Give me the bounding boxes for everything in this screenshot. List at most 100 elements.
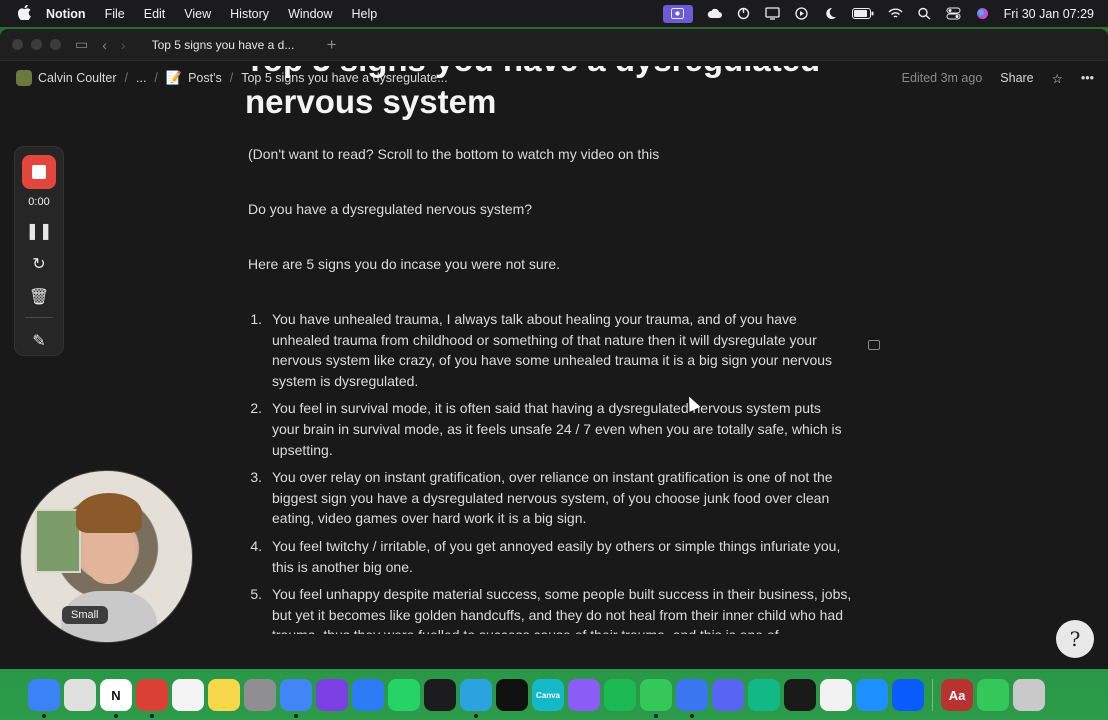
list-item[interactable]: 2. You feel in survival mode, it is ofte… [246,398,866,460]
wall-picture [35,509,81,573]
dock-voice-memos-icon[interactable] [424,679,456,711]
siri-icon[interactable] [975,7,990,20]
dock-launchpad-icon[interactable] [64,679,96,711]
list-number: 4. [250,537,262,554]
dock-capcut-icon[interactable] [496,679,528,711]
edited-timestamp: Edited 3m ago [901,71,983,85]
share-button[interactable]: Share [1000,71,1033,85]
dock: N Canva Aa [28,672,1045,718]
forward-arrow-icon[interactable]: › [121,37,126,53]
workspace-avatar[interactable] [16,70,32,86]
webcam-size-label[interactable]: Small [62,606,108,624]
apple-icon[interactable] [17,4,32,23]
list-number: 2. [250,400,262,417]
intro-paragraph[interactable]: (Don't want to read? Scroll to the botto… [248,144,866,165]
dock-arc-icon[interactable] [316,679,348,711]
zoom-window-button[interactable] [50,39,61,50]
breadcrumb-separator: / [229,71,234,85]
tab-current-page[interactable]: Top 5 signs you have a d... [152,38,317,52]
stop-icon [32,165,46,179]
menubar-datetime[interactable]: Fri 30 Jan 07:29 [1004,7,1094,21]
dock-podcast-icon[interactable] [568,679,600,711]
dock-zoom-app-icon[interactable] [892,679,924,711]
menu-file[interactable]: File [105,7,125,21]
dock-finder-icon[interactable] [28,679,60,718]
dock-telegram-icon[interactable] [460,679,492,718]
cloud-icon[interactable] [707,7,722,20]
dock-reminders-icon[interactable] [172,679,204,711]
dock-spotify-icon[interactable] [604,679,636,711]
more-options-icon[interactable]: ••• [1081,71,1094,85]
battery-icon[interactable] [851,7,874,20]
window-controls [12,39,61,50]
dock-notes-icon[interactable] [208,679,240,711]
dock-notion-icon[interactable]: N [100,679,132,718]
dock-todoist-icon[interactable] [136,679,168,718]
lead-paragraph[interactable]: Here are 5 signs you do incase you were … [248,254,866,275]
help-icon: ? [1069,627,1081,651]
stop-recording-button[interactable] [22,155,56,189]
dock-whatsapp-icon[interactable] [388,679,420,711]
list-number: 5. [250,586,262,603]
wifi-icon[interactable] [888,7,903,20]
dock-canva-icon[interactable]: Canva [532,679,564,711]
menu-help[interactable]: Help [352,7,378,21]
menu-window[interactable]: Window [288,7,332,21]
sidebar-toggle-icon[interactable]: ▭ [75,36,88,53]
comment-icon[interactable] [868,340,880,350]
breadcrumb-ellipsis[interactable]: ... [136,71,146,85]
search-icon[interactable] [917,7,932,20]
menu-app-name[interactable]: Notion [46,7,86,21]
dock-system-settings-icon[interactable] [244,679,276,711]
dock-discord-icon[interactable] [712,679,744,711]
restart-icon[interactable]: ↻ [32,254,45,274]
back-arrow-icon[interactable]: ‹ [102,37,107,53]
list-item[interactable]: 1. You have unhealed trauma, I always ta… [246,309,866,391]
pen-icon[interactable]: ✎ [32,331,45,351]
tab-bar: ▭ ‹ › Top 5 signs you have a d... + [0,29,1108,61]
dock-feather-app-icon[interactable] [748,679,780,711]
divider [25,317,53,318]
breadcrumb-separator: / [154,71,158,85]
new-tab-plus-icon[interactable]: + [327,35,337,55]
dock-signal-icon[interactable] [676,679,708,718]
breadcrumb-workspace[interactable]: Calvin Coulter [38,71,117,85]
power-icon[interactable] [736,7,751,20]
control-center-icon[interactable] [946,7,961,20]
screen-record-icon[interactable] [662,4,693,23]
help-button[interactable]: ? [1056,620,1094,658]
list-number: 1. [250,311,262,327]
display-icon[interactable] [765,7,780,20]
list-item[interactable]: 5. You feel unhappy despite material suc… [246,584,866,634]
list-item-text: You over relay on instant gratification,… [272,469,833,527]
trash-icon[interactable]: 🗑 [29,287,49,307]
page-title-line-2: nervous system [245,83,497,120]
breadcrumb-parent[interactable]: Post's [188,71,222,85]
dock-dictionary-icon[interactable]: Aa [941,679,973,711]
dock-photos-icon[interactable] [820,679,852,711]
list-item[interactable]: 4. You feel twitchy / irritable, of you … [246,536,866,577]
menu-edit[interactable]: Edit [144,7,166,21]
list-item-text: You have unhealed trauma, I always talk … [272,311,833,389]
list-number: 3. [250,469,262,486]
dock-messages-icon[interactable] [640,679,672,718]
pause-icon[interactable]: ❚❚ [26,221,53,241]
menu-history[interactable]: History [230,7,269,21]
play-icon[interactable] [794,7,809,20]
question-paragraph[interactable]: Do you have a dysregulated nervous syste… [248,199,866,220]
moon-icon[interactable] [823,7,838,20]
menu-view[interactable]: View [184,7,211,21]
minimize-window-button[interactable] [31,39,42,50]
dock-app-store-icon[interactable] [856,679,888,711]
dock-cloud-app-icon[interactable] [784,679,816,711]
dock-gear-app-icon[interactable] [352,679,384,711]
page-title-line-1: Top 5 signs you have a dysregulated [245,66,820,80]
list-item[interactable]: 3. You over relay on instant gratificati… [246,467,866,529]
dock-facetime-icon[interactable] [977,679,1009,711]
close-window-button[interactable] [12,39,23,50]
list-item-text: You feel twitchy / irritable, of you get… [272,537,841,575]
page-title[interactable]: Top 5 signs you have a dysregulated nerv… [245,66,866,122]
dock-trash-icon[interactable] [1013,679,1045,711]
favorite-star-icon[interactable]: ☆ [1052,71,1063,86]
dock-chrome-icon[interactable] [280,679,312,718]
